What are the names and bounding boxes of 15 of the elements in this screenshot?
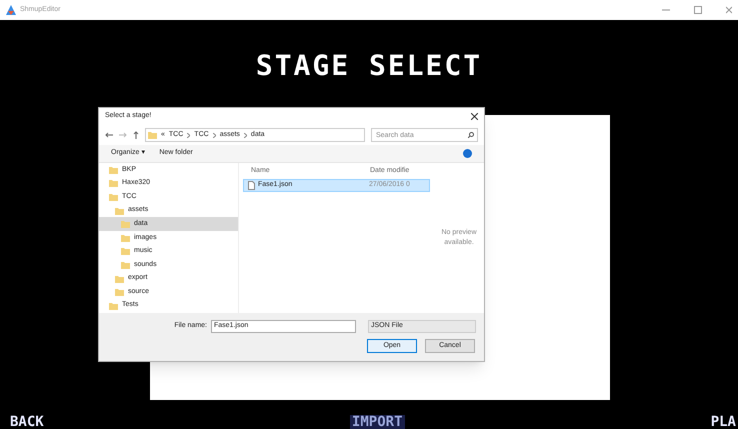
- up-arrow-icon[interactable]: [133, 131, 139, 139]
- app-logo-icon: [6, 5, 16, 15]
- menu-button[interactable]: BACK: [0, 415, 46, 429]
- close-icon[interactable]: [471, 113, 478, 120]
- menu-button[interactable]: IMPORT: [350, 415, 404, 429]
- menu-button[interactable]: PLA: [708, 415, 738, 429]
- chevron-icon: [187, 132, 190, 138]
- back-arrow-icon[interactable]: [105, 132, 113, 138]
- folder-icon: [148, 131, 157, 139]
- file-icon: [248, 181, 255, 190]
- chevron-icon: [244, 132, 247, 138]
- chevron-icon: [212, 132, 216, 138]
- maximize-icon[interactable]: [694, 6, 702, 14]
- stage-select-heading: STAGE SELECT: [256, 52, 482, 84]
- search-icon: [468, 132, 474, 138]
